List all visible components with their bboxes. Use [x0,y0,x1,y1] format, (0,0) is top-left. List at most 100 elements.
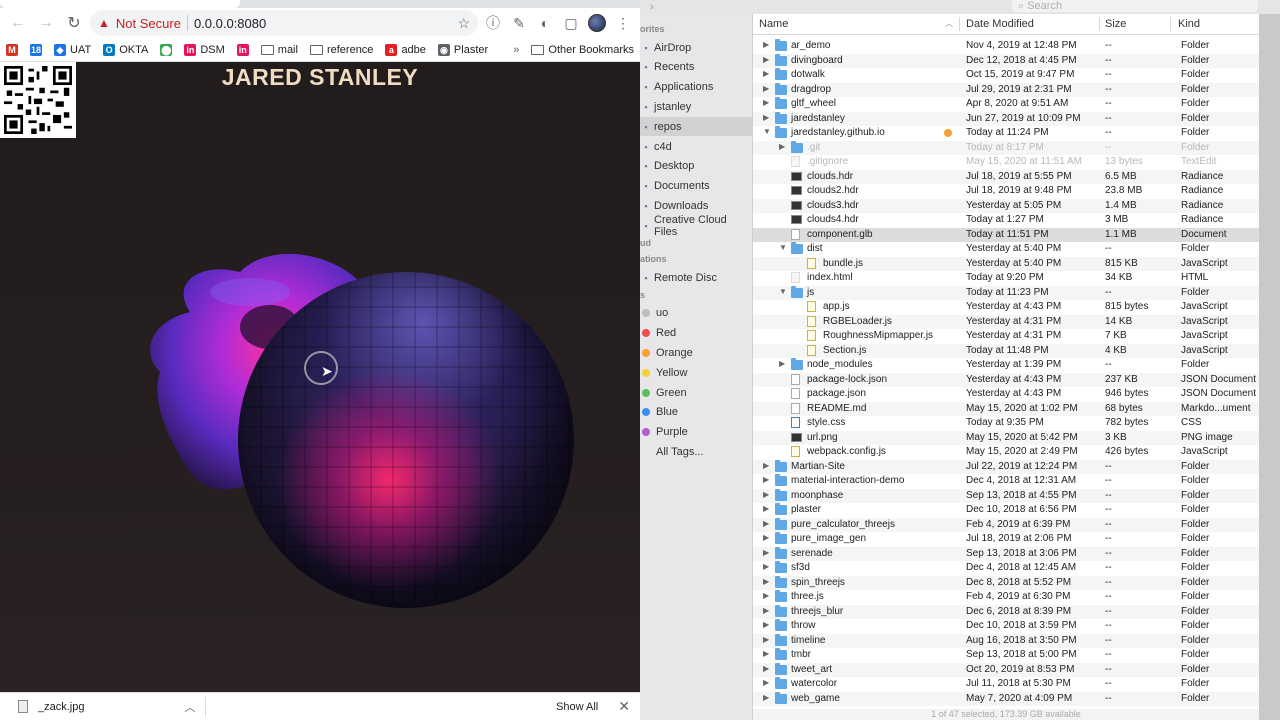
file-row[interactable]: RGBELoader.js Yesterday at 4:31 PM 14 KB Ja… [753,314,1259,329]
folder-row[interactable]: ▼ dist Yesterday at 5:40 PM -- Folder [753,242,1259,257]
page-viewport[interactable]: JARED STANLEY ➤ [0,62,640,692]
menu-kebab-icon[interactable]: ⋮ [612,12,634,34]
disclosure-closed-icon[interactable]: ▶ [763,490,769,499]
extension-info-icon[interactable]: ⓘ [482,12,504,34]
extension-square-icon[interactable]: ▢ [560,12,582,34]
disclosure-closed-icon[interactable]: ▶ [779,359,785,368]
bookmark-adbe[interactable]: a adbe [385,43,426,56]
sidebar-item-remote-disc[interactable]: ▪ Remote Disc [640,268,753,287]
folder-row[interactable]: ▶ tweet_art Oct 20, 2019 at 8:53 PM -- Folde… [753,662,1259,677]
star-icon[interactable]: ☆ [457,15,470,32]
bookmark-mail[interactable]: mail [260,44,298,56]
folder-row[interactable]: ▶ dotwalk Oct 15, 2019 at 9:47 PM -- Folder [753,68,1259,83]
sidebar-item-purple[interactable]: Purple [640,423,753,442]
disclosure-closed-icon[interactable]: ▶ [763,519,769,528]
close-icon[interactable]: ✕ [618,698,630,715]
file-row[interactable]: component.glb Today at 11:51 PM 1.1 MB Docu… [753,227,1259,242]
folder-row[interactable]: ▶ divingboard Dec 12, 2018 at 4:45 PM -- Fol… [753,53,1259,68]
disclosure-closed-icon[interactable]: ▶ [763,620,769,629]
folder-row[interactable]: ▼ jaredstanley.github.io Today at 11:24 PM… [753,126,1259,141]
folder-row[interactable]: ▶ serenade Sep 13, 2018 at 3:06 PM -- Folder [753,546,1259,561]
file-row[interactable]: url.png May 15, 2020 at 5:42 PM 3 KB PNG im… [753,430,1259,445]
extension-circle-icon[interactable]: ◐ [534,12,556,34]
show-all-button[interactable]: Show All [556,701,598,713]
disclosure-open-icon[interactable]: ▼ [779,287,787,296]
folder-row[interactable]: ▶ sf3d Dec 4, 2018 at 12:45 AM -- Folder [753,561,1259,576]
sidebar-item-yellow[interactable]: Yellow [640,363,753,382]
file-row[interactable]: RoughnessMipmapper.js Yesterday at 4:31 P… [753,329,1259,344]
file-row[interactable]: clouds3.hdr Yesterday at 5:05 PM 1.4 MB Rad… [753,198,1259,213]
folder-row[interactable]: ▶ tmbr Sep 13, 2018 at 5:00 PM -- Folder [753,648,1259,663]
disclosure-closed-icon[interactable]: ▶ [763,606,769,615]
forward-button[interactable]: → [34,11,58,35]
disclosure-closed-icon[interactable]: ▶ [763,84,769,93]
folder-row[interactable]: ▶ spin_threejs Dec 8, 2018 at 5:52 PM -- Fol… [753,575,1259,590]
folder-row[interactable]: ▶ ar_demo Nov 4, 2019 at 12:48 PM -- Folder [753,39,1259,54]
sidebar-item-applications[interactable]: ▪ Applications [640,78,753,97]
bookmark-plaster[interactable]: ◉ Plaster [437,43,488,56]
folder-row[interactable]: ▶ watercolor Jul 11, 2018 at 5:30 PM -- Fold… [753,677,1259,692]
folder-row[interactable]: ▶ plaster Dec 10, 2018 at 6:56 PM -- Folder [753,503,1259,518]
profile-avatar[interactable] [586,12,608,34]
column-name[interactable]: Name [759,18,788,30]
forward-chevron-icon[interactable]: › [650,1,654,13]
file-row[interactable]: clouds2.hdr Jul 18, 2019 at 9:48 PM 23.8 M… [753,184,1259,199]
folder-row[interactable]: ▶ throw Dec 10, 2018 at 3:59 PM -- Folder [753,619,1259,634]
bookmark-okta[interactable]: O OKTA [103,43,148,56]
sidebar-item-downloads[interactable]: ▪ Downloads [640,196,753,215]
folder-row[interactable]: ▶ Martian-Site Jul 22, 2019 at 12:24 PM -- F… [753,459,1259,474]
address-bar[interactable]: ▲ Not Secure 0.0.0.0:8080 ☆ [90,10,478,36]
sidebar-item-c4d[interactable]: ▪ c4d [640,137,753,156]
bookmark-maps-pin[interactable]: ⬤ [160,43,173,56]
folder-row[interactable]: ▶ pure_image_gen Jul 18, 2019 at 2:06 PM --… [753,532,1259,547]
folder-row[interactable]: ▶ timeline Aug 16, 2018 at 3:50 PM -- Folder [753,633,1259,648]
sidebar-item-red[interactable]: Red [640,324,753,343]
sidebar-item-recents[interactable]: ▪ Recents [640,58,753,77]
tab-active[interactable] [0,0,240,8]
disclosure-closed-icon[interactable]: ▶ [763,475,769,484]
disclosure-closed-icon[interactable]: ▶ [763,98,769,107]
disclosure-closed-icon[interactable]: ▶ [763,693,769,702]
folder-row[interactable]: ▶ three.js Feb 4, 2019 at 6:30 PM -- Folder [753,590,1259,605]
disclosure-closed-icon[interactable]: ▶ [763,40,769,49]
file-row[interactable]: Section.js Today at 11:48 PM 4 KB JavaScrip… [753,343,1259,358]
sidebar-item-uo[interactable]: uo [640,304,753,323]
folder-row[interactable]: ▶ web_game May 7, 2020 at 4:09 PM -- Folder [753,691,1259,706]
disclosure-closed-icon[interactable]: ▶ [763,562,769,571]
file-row[interactable]: index.html Today at 9:20 PM 34 KB HTML [753,271,1259,286]
folder-row[interactable]: ▶ jaredstanley Jun 27, 2019 at 10:09 PM -- F… [753,111,1259,126]
bookmark-gmail[interactable]: M [6,43,18,56]
sidebar-item-airdrop[interactable]: ▪ AirDrop [640,38,753,57]
disclosure-closed-icon[interactable]: ▶ [763,649,769,658]
folder-row[interactable]: ▶ threejs_blur Dec 6, 2018 at 8:39 PM -- Fol… [753,604,1259,619]
column-size[interactable]: Size [1105,18,1126,30]
disclosure-closed-icon[interactable]: ▶ [763,533,769,542]
file-row[interactable]: webpack.config.js May 15, 2020 at 2:49 PM… [753,445,1259,460]
column-date[interactable]: Date Modified [966,18,1034,30]
sidebar-item-orange[interactable]: Orange [640,343,753,362]
file-row[interactable]: README.md May 15, 2020 at 1:02 PM 68 bytes… [753,401,1259,416]
bookmarks-more-button[interactable]: » [513,44,519,56]
sidebar-item-creative-cloud-files[interactable]: ▪ Creative Cloud Files [640,214,753,238]
disclosure-closed-icon[interactable]: ▶ [763,504,769,513]
extension-eyedropper-icon[interactable]: ✎ [508,12,530,34]
disclosure-closed-icon[interactable]: ▶ [763,678,769,687]
url-text[interactable]: 0.0.0.0:8080 [194,16,452,31]
file-row[interactable]: style.css Today at 9:35 PM 782 bytes CSS [753,416,1259,431]
disclosure-open-icon[interactable]: ▼ [763,127,771,136]
sidebar-item-all-tags-[interactable]: All Tags... [640,442,753,461]
folder-row[interactable]: ▶ .git Today at 8:17 PM -- Folder [753,140,1259,155]
folder-row[interactable]: ▶ dragdrop Jul 29, 2019 at 2:31 PM -- Folder [753,82,1259,97]
bookmark-uat[interactable]: ◆ UAT [54,43,91,56]
sidebar-item-documents[interactable]: ▪ Documents [640,177,753,196]
other-bookmarks[interactable]: Other Bookmarks [531,44,634,56]
sidebar-item-jstanley[interactable]: ▪ jstanley [640,97,753,116]
folder-row[interactable]: ▶ pure_calculator_threejs Feb 4, 2019 at 6… [753,517,1259,532]
file-row[interactable]: app.js Yesterday at 4:43 PM 815 bytes JavaS… [753,300,1259,315]
file-row[interactable]: bundle.js Yesterday at 5:40 PM 815 KB JavaS… [753,256,1259,271]
back-button[interactable]: ← [6,11,30,35]
folder-row[interactable]: ▶ node_modules Yesterday at 1:39 PM -- Folde… [753,358,1259,373]
bookmark-invision[interactable]: in [236,43,249,56]
sidebar-item-green[interactable]: Green [640,383,753,402]
bookmark-dsm[interactable]: in DSM [184,43,225,56]
